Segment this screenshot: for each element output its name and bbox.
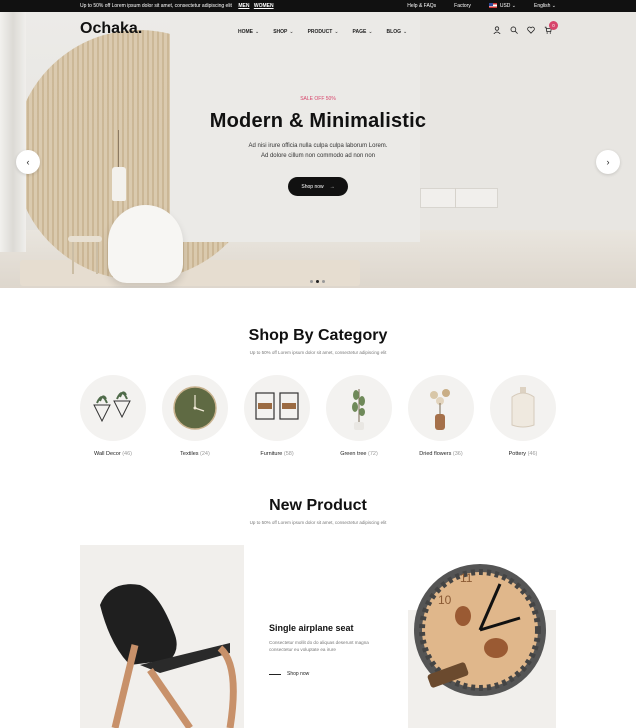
airplane-seat-image[interactable] xyxy=(80,545,244,728)
wall-decor-image xyxy=(80,375,146,441)
search-icon[interactable] xyxy=(510,26,518,36)
pottery-image xyxy=(490,375,556,441)
wishlist-icon[interactable] xyxy=(527,26,535,36)
arrow-right-icon: → xyxy=(329,183,335,190)
slide-dot[interactable] xyxy=(322,280,325,283)
wooden-clock-image[interactable]: 11 10 xyxy=(408,548,556,728)
slider-dots xyxy=(310,280,325,283)
sale-tag: SALE OFF 50% xyxy=(300,96,336,102)
chevron-left-icon: ‹ xyxy=(26,157,30,167)
new-product-subtitle: Up to 50% off Lorem ipsum dolor sit amet… xyxy=(249,520,387,525)
furniture-image xyxy=(244,375,310,441)
nav-product[interactable]: PRODUCT ⌄ xyxy=(308,29,339,35)
women-link[interactable]: WOMEN xyxy=(254,3,274,9)
hero-description: Ad nisi irure officia nulla culpa culpa … xyxy=(248,143,388,159)
next-slide-button[interactable]: › xyxy=(596,150,620,174)
currency-select[interactable]: USD ⌄ xyxy=(488,3,516,9)
help-faq-link[interactable]: Help & FAQs xyxy=(407,3,436,9)
site-logo[interactable]: Ochaka. xyxy=(80,20,142,38)
men-link[interactable]: MEN xyxy=(238,3,249,9)
slide-dot-active[interactable] xyxy=(316,280,319,283)
prev-slide-button[interactable]: ‹ xyxy=(16,150,40,174)
product-name[interactable]: Single airplane seat xyxy=(269,623,354,633)
cart-icon[interactable]: 0 xyxy=(544,21,558,36)
category-dried-flowers[interactable]: Dried flowers (36) xyxy=(408,375,474,457)
product-description: Consectetur mollit do do aliquas deserun… xyxy=(269,640,369,652)
chevron-down-icon: ⌄ xyxy=(551,3,556,9)
hero-vase xyxy=(112,167,126,201)
green-tree-image xyxy=(326,375,392,441)
svg-text:10: 10 xyxy=(438,593,452,607)
account-icon[interactable] xyxy=(493,26,501,36)
category-section-title: Shop By Category xyxy=(248,327,388,344)
hero-shop-now-button[interactable]: Shop now → xyxy=(288,177,348,196)
promo-text: Up to 50% off Lorem ipsum dolor sit amet… xyxy=(80,3,274,9)
category-green-tree[interactable]: Green tree (72) xyxy=(326,375,392,457)
slide-dot[interactable] xyxy=(310,280,313,283)
wall-clock-image xyxy=(162,375,228,441)
chevron-right-icon: › xyxy=(606,157,610,167)
us-flag-icon xyxy=(488,3,497,8)
category-furniture[interactable]: Furniture (58) xyxy=(244,375,310,457)
nav-home[interactable]: HOME ⌄ xyxy=(238,29,259,35)
hero-stool xyxy=(68,236,102,276)
site-header: Ochaka. HOME ⌄ SHOP ⌄ PRODUCT ⌄ PAGE ⌄ BLOG ⌄… xyxy=(0,12,636,50)
svg-text:11: 11 xyxy=(460,571,473,585)
category-textiles[interactable]: Textiles (24) xyxy=(162,375,228,457)
hero-slider: SALE OFF 50% Modern & Minimalistic Ad ni… xyxy=(0,12,636,288)
new-product-title: New Product xyxy=(269,497,367,514)
dried-flowers-image xyxy=(408,375,474,441)
product-shop-now-link[interactable]: Shop now xyxy=(269,671,309,677)
main-nav: HOME ⌄ SHOP ⌄ PRODUCT ⌄ PAGE ⌄ BLOG ⌄ xyxy=(238,29,407,35)
nav-shop[interactable]: SHOP ⌄ xyxy=(273,29,293,35)
chevron-down-icon: ⌄ xyxy=(511,3,516,9)
hero-armchair xyxy=(108,205,183,283)
factory-link[interactable]: Factory xyxy=(454,3,471,9)
category-list: Wall Decor (46) Textiles (24) Furniture … xyxy=(80,375,556,457)
nav-blog[interactable]: BLOG ⌄ xyxy=(387,29,408,35)
category-section-subtitle: Up to 50% off Lorem ipsum dolor sit amet… xyxy=(249,350,387,355)
announcement-bar: Up to 50% off Lorem ipsum dolor sit amet… xyxy=(0,0,636,12)
nav-page[interactable]: PAGE ⌄ xyxy=(353,29,373,35)
category-pottery[interactable]: Pottery (46) xyxy=(490,375,556,457)
category-wall-decor[interactable]: Wall Decor (46) xyxy=(80,375,146,457)
hero-title: Modern & Minimalistic xyxy=(209,110,427,132)
language-select[interactable]: English ⌄ xyxy=(534,3,556,9)
cart-count-badge: 0 xyxy=(549,21,558,30)
